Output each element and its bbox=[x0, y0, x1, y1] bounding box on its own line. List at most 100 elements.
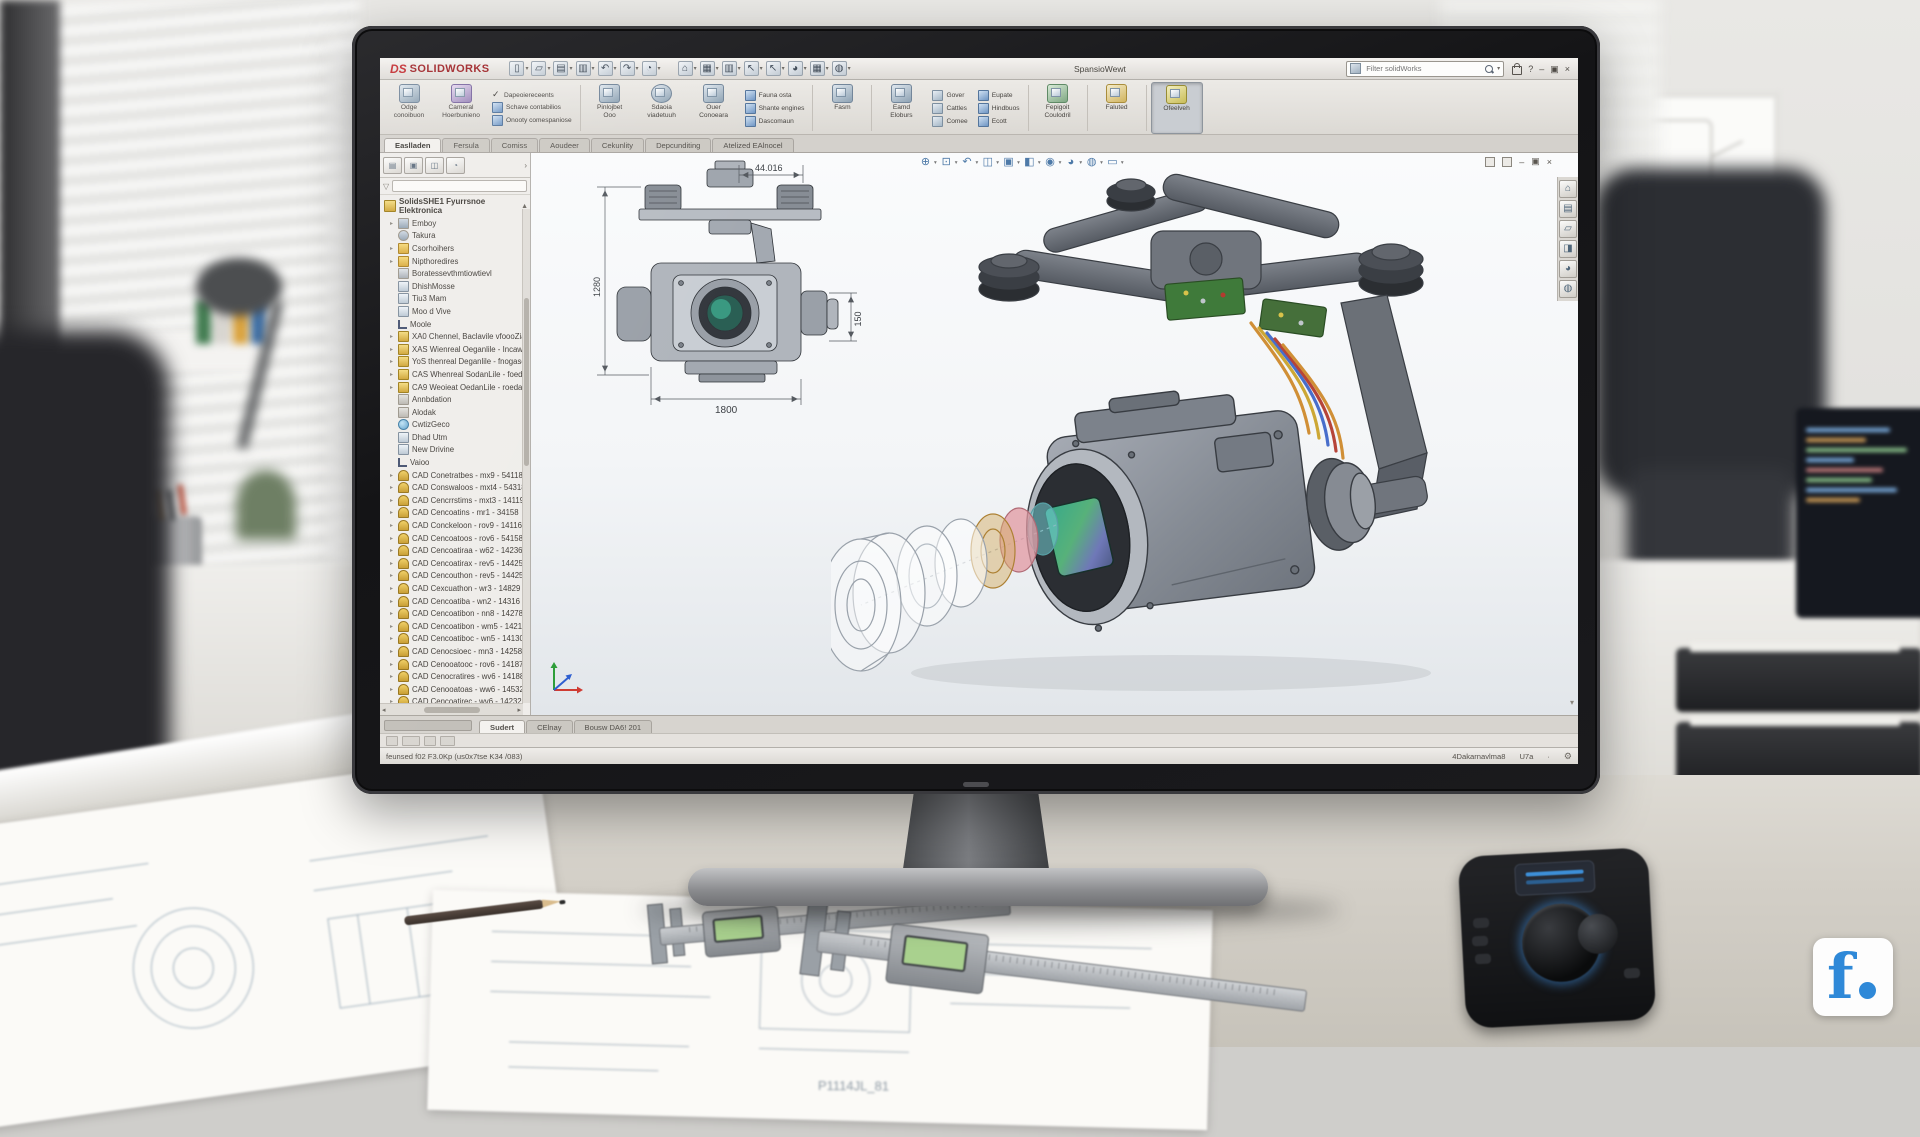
appearances-icon[interactable]: ◕ bbox=[1559, 260, 1577, 278]
ribbon-small-button[interactable]: Shante engines bbox=[745, 103, 805, 114]
ribbon-tab[interactable]: Easlladen bbox=[384, 138, 441, 152]
ribbon-tab[interactable]: Atelized EAlnocel bbox=[712, 138, 793, 152]
scroll-left-arrow[interactable]: ◂ bbox=[382, 706, 386, 714]
print-preview-icon[interactable]: ▥ bbox=[722, 61, 744, 76]
scroll-thumb[interactable] bbox=[424, 707, 480, 713]
tree-item[interactable]: ▸ CAD Cencoatoos - rov6 - 54158 bbox=[382, 532, 530, 545]
tree-item[interactable]: ▸ Nipthoredires bbox=[382, 255, 530, 268]
search-box[interactable]: ▾ bbox=[1346, 61, 1504, 77]
minimize-button[interactable]: – bbox=[1539, 64, 1544, 74]
file-explorer-icon[interactable]: ▱ bbox=[1559, 220, 1577, 238]
tree-item[interactable]: ▸ CAD Conetratbes - mx9 - 54118 bbox=[382, 469, 530, 482]
tree-item[interactable]: Moo d Vive bbox=[382, 305, 530, 318]
tree-item[interactable]: Annbdation bbox=[382, 393, 530, 406]
ribbon-button-move-component[interactable]: Ouer Conoeara bbox=[689, 82, 739, 134]
motion-icon-1[interactable] bbox=[386, 736, 398, 746]
ribbon-small-button[interactable]: Comee bbox=[932, 116, 967, 127]
ribbon-small-button[interactable]: Onooty comespaniose bbox=[492, 115, 572, 126]
redo-icon[interactable]: ↷ bbox=[620, 61, 642, 76]
ribbon-button-pattern[interactable]: Pinlojbet Ooo bbox=[585, 82, 635, 134]
tree-item[interactable]: ▸ XA0 Chennel, Baclavile vfoooZia bbox=[382, 330, 530, 343]
tree-item[interactable]: ▸ CAD Cencoatiraa - w62 - 14236 bbox=[382, 544, 530, 557]
home-icon[interactable]: ⌂ bbox=[678, 61, 700, 76]
tree-item[interactable]: Alodak bbox=[382, 406, 530, 419]
scroll-right-arrow[interactable]: ▸ bbox=[517, 706, 521, 714]
tab-scrollbar[interactable] bbox=[384, 720, 472, 731]
motion-icon-3[interactable] bbox=[424, 736, 436, 746]
ribbon-small-button[interactable]: Eupate bbox=[978, 90, 1020, 101]
dimxpert-tab[interactable]: ◔ bbox=[446, 157, 465, 174]
panel-expand-arrow[interactable]: › bbox=[524, 161, 527, 170]
tree-item[interactable]: ▸ CAD Cencoatibon - wm5 - 14216 bbox=[382, 620, 530, 633]
featuremanager-tab[interactable]: ▤ bbox=[383, 157, 402, 174]
gear-icon[interactable]: ⚙ bbox=[1564, 751, 1572, 762]
model-tab[interactable]: Sudert bbox=[479, 720, 525, 733]
login-icon[interactable] bbox=[1512, 66, 1522, 75]
tree-item[interactable]: Takura bbox=[382, 230, 530, 243]
configurationmanager-tab[interactable]: ◫ bbox=[425, 157, 444, 174]
grid-icon[interactable]: ▦ bbox=[810, 61, 832, 76]
search-input[interactable] bbox=[1364, 63, 1481, 74]
ribbon-button-fasteners[interactable]: Sdaoia viadetuuh bbox=[637, 82, 687, 134]
ribbon-tab[interactable]: Fersula bbox=[442, 138, 489, 152]
tree-item[interactable]: ▸ Emboy bbox=[382, 217, 530, 230]
tree-item[interactable]: ▸ CAD Cenocsioec - mn3 - 14258 bbox=[382, 645, 530, 658]
tree-item[interactable]: Vaioo bbox=[382, 456, 530, 469]
tree-item[interactable]: New Drivine bbox=[382, 444, 530, 457]
ribbon-button-assembly-features[interactable]: Fasm bbox=[817, 82, 867, 134]
new-icon[interactable]: ▯ bbox=[509, 61, 531, 76]
undo-icon[interactable]: ↶ bbox=[598, 61, 620, 76]
search-dropdown-caret[interactable]: ▾ bbox=[1497, 65, 1500, 72]
help-button[interactable]: ? bbox=[1528, 64, 1533, 74]
tree-item[interactable]: CwtizGeco bbox=[382, 419, 530, 432]
open-icon[interactable]: ▱ bbox=[531, 61, 553, 76]
ribbon-tab[interactable]: Aoudeer bbox=[539, 138, 590, 152]
ribbon-small-button[interactable]: Gover bbox=[932, 90, 967, 101]
propertymanager-tab[interactable]: ▣ bbox=[404, 157, 423, 174]
arrow-tool-icon[interactable]: ↖ bbox=[766, 61, 788, 76]
ribbon-button-fillet[interactable]: Faluted bbox=[1092, 82, 1142, 134]
ribbon-small-button[interactable]: Ecott bbox=[978, 116, 1020, 127]
tree-item[interactable]: ▸ CAD Cenocratires - wv6 - 14188 bbox=[382, 670, 530, 683]
tree-vertical-scrollbar[interactable] bbox=[522, 209, 530, 703]
ribbon-small-button[interactable]: Dascomaun bbox=[745, 116, 805, 127]
status-units[interactable]: U7a bbox=[1519, 752, 1533, 761]
select-pointer-icon[interactable]: ↖ bbox=[744, 61, 766, 76]
tree-item[interactable]: ▸ Csorhoihers bbox=[382, 242, 530, 255]
search-icon[interactable] bbox=[1484, 64, 1494, 74]
tree-item[interactable]: ▸ CAD Conckeloon - rov9 - 14116 bbox=[382, 519, 530, 532]
tree-item[interactable]: ▸ CAD Cencoatiboc - wn5 - 14130 bbox=[382, 633, 530, 646]
ribbon-small-button[interactable]: Hindbuos bbox=[978, 103, 1020, 114]
ribbon-button-active-tool[interactable]: Ofeelveh bbox=[1151, 82, 1203, 134]
design-library-icon[interactable]: ▤ bbox=[1559, 200, 1577, 218]
close-button[interactable]: × bbox=[1565, 64, 1570, 74]
tree-item[interactable]: ▸ CAD Cencoatiba - wn2 - 14316 bbox=[382, 595, 530, 608]
custom-properties-icon[interactable]: ◍ bbox=[1559, 280, 1577, 298]
ribbon-button-insert-components[interactable]: Odge conoibuon bbox=[384, 82, 434, 134]
appearance-ball-icon[interactable]: ◕ bbox=[788, 61, 810, 76]
web-help-icon[interactable]: ◍ bbox=[832, 61, 854, 76]
task-pane-arrow[interactable]: ▾ bbox=[1570, 698, 1574, 707]
ribbon-button-exploded-view[interactable]: Eamd Eloburs bbox=[876, 82, 926, 134]
tree-item[interactable]: ▸ CAD Cenooatoas - ww6 - 14532 bbox=[382, 683, 530, 696]
tree-item[interactable]: ▸ CAS Whenreal SodanLile - foedanoi bbox=[382, 368, 530, 381]
restore-button[interactable]: ▣ bbox=[1550, 64, 1559, 74]
ribbon-small-button[interactable]: Schave contabilios bbox=[492, 102, 572, 113]
tree-item[interactable]: ▸ CAD Cencoatirax - rev5 - 14425 bbox=[382, 557, 530, 570]
tree-item[interactable]: ▸ CAD Cencrrstims - mxt3 - 14119 bbox=[382, 494, 530, 507]
ribbon-button-mate[interactable]: Cameral Hoerbunieno bbox=[436, 82, 486, 134]
tree-item[interactable]: ▸ CAD Cencoatibon - nn8 - 14278 bbox=[382, 607, 530, 620]
save-icon[interactable]: ▤ bbox=[553, 61, 575, 76]
ribbon-small-button[interactable]: Dapeoiereceents bbox=[492, 91, 572, 100]
tree-item[interactable]: ▸ YoS thenreal Deganlile - fnogasoi bbox=[382, 356, 530, 369]
tree-item[interactable]: ▸ CAD Cenooatooc - rov6 - 14187 bbox=[382, 658, 530, 671]
ribbon-tab[interactable]: Depcunditing bbox=[645, 138, 711, 152]
tree-item[interactable]: Tiu3 Mam bbox=[382, 293, 530, 306]
tree-item[interactable]: Moole bbox=[382, 318, 530, 331]
tree-item[interactable]: ▸ CAD Conswaloos - mxt4 - 54318 bbox=[382, 481, 530, 494]
ribbon-button-imported-geometry[interactable]: Fepigoit Coulodril bbox=[1033, 82, 1083, 134]
filter-icon[interactable]: ▽ bbox=[383, 182, 389, 191]
model-tab[interactable]: Bousw DA6! 201 bbox=[574, 720, 653, 733]
motion-icon-2[interactable] bbox=[402, 736, 420, 746]
ribbon-tab[interactable]: Comiss bbox=[491, 138, 538, 152]
